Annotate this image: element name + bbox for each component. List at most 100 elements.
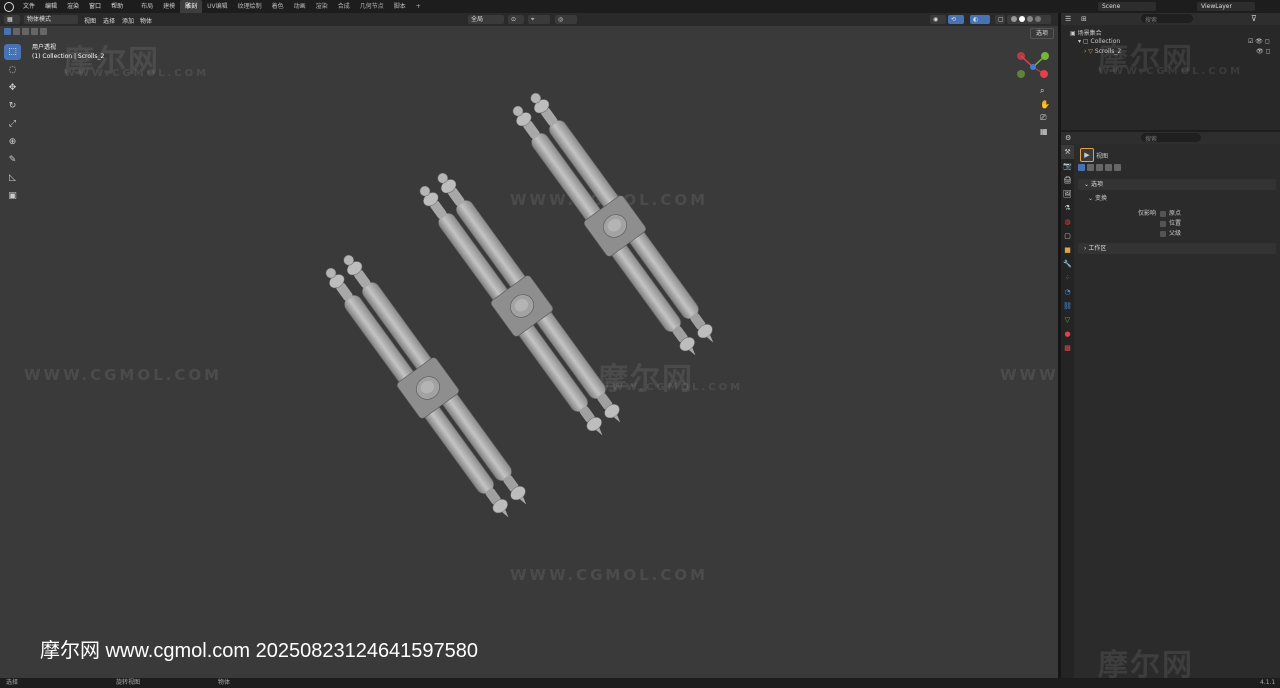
- collection-visibility-icons[interactable]: ☑ 👁 ◻: [1248, 38, 1270, 45]
- particles-tab-icon[interactable]: ⁘: [1061, 271, 1074, 285]
- proportional-edit-icon[interactable]: ◎: [555, 15, 577, 24]
- transform-orientation-label: 全局: [471, 16, 484, 23]
- move-icon[interactable]: ✥: [4, 80, 21, 96]
- panel-workspace-header[interactable]: › 工作区: [1078, 243, 1276, 254]
- tool-select-intersect-icon[interactable]: [1114, 164, 1121, 171]
- menu-render[interactable]: 渲染: [62, 0, 84, 13]
- view-layer-selector[interactable]: ViewLayer: [1197, 2, 1255, 11]
- navigation-gizmo[interactable]: [1014, 48, 1052, 86]
- material-tab-icon[interactable]: ●: [1061, 327, 1074, 341]
- outliner-editor-icon[interactable]: ☰: [1065, 15, 1071, 23]
- tool-select-extend-icon[interactable]: [1087, 164, 1094, 171]
- tab-rendering[interactable]: 渲染: [311, 0, 333, 13]
- affect-parents-checkbox[interactable]: 父级: [1160, 228, 1181, 237]
- add-workspace-button[interactable]: +: [411, 0, 426, 13]
- mode-selector[interactable]: 物体模式: [24, 15, 78, 24]
- object-tab-icon[interactable]: ■: [1061, 243, 1074, 257]
- top-menu-bar: 文件 编辑 渲染 窗口 帮助 布局 建模 雕刻 UV编辑 纹理绘制 着色 动画 …: [0, 0, 1280, 13]
- status-version: 4.1.1: [1260, 679, 1276, 686]
- menu-help[interactable]: 帮助: [106, 0, 128, 13]
- tab-modeling[interactable]: 建模: [158, 0, 180, 13]
- measure-icon[interactable]: ◺: [4, 170, 21, 186]
- affect-parents-box[interactable]: [1160, 230, 1166, 237]
- tab-texture-paint[interactable]: 纹理绘制: [233, 0, 267, 13]
- scale-icon[interactable]: ⤢: [4, 116, 21, 132]
- wireframe-shading-icon[interactable]: [1011, 16, 1017, 22]
- blender-logo-icon[interactable]: [4, 1, 14, 12]
- menu-window[interactable]: 窗口: [84, 0, 106, 13]
- tool-tab-icon[interactable]: ⚒: [1061, 145, 1074, 159]
- material-shading-icon[interactable]: [1027, 16, 1033, 22]
- tab-layout[interactable]: 布局: [136, 0, 158, 13]
- menu-object[interactable]: 物体: [140, 16, 152, 25]
- transform-orientation-selector[interactable]: 全局: [468, 15, 504, 24]
- constraints-tab-icon[interactable]: ⛓: [1061, 299, 1074, 313]
- 3d-viewport[interactable]: 用户透视 (1) Collection | Scrolls_2 选项 摩尔网 W…: [0, 26, 1058, 678]
- tab-compositing[interactable]: 合成: [333, 0, 355, 13]
- solid-shading-icon[interactable]: [1019, 16, 1025, 22]
- modifier-tab-icon[interactable]: 🔧: [1061, 257, 1074, 271]
- tab-geometry-nodes[interactable]: 几何节点: [355, 0, 389, 13]
- tool-shelf: ⬚ ◌ ✥ ↻ ⤢ ⊕ ✎ ◺ ▣: [4, 44, 23, 206]
- affect-origin-checkbox[interactable]: 原点: [1160, 208, 1181, 217]
- outliner-search-input[interactable]: 搜索: [1141, 14, 1193, 24]
- rotate-icon[interactable]: ↻: [4, 98, 21, 114]
- texture-tab-icon[interactable]: ▩: [1061, 341, 1074, 355]
- camera-view-icon[interactable]: ⎚: [1040, 113, 1050, 123]
- outliner-scene-collection[interactable]: ▣ 场景集合: [1070, 28, 1102, 37]
- scene-tab-icon[interactable]: ⚗: [1061, 201, 1074, 215]
- object-visibility-icons[interactable]: 👁 ◻: [1256, 48, 1271, 55]
- output-tab-icon[interactable]: 🖨: [1061, 173, 1074, 187]
- xray-icon[interactable]: ▢: [995, 15, 1005, 24]
- physics-tab-icon[interactable]: ◔: [1061, 285, 1074, 299]
- tab-animation[interactable]: 动画: [289, 0, 311, 13]
- subpanel-transform-header[interactable]: ⌄ 变换: [1088, 193, 1107, 202]
- scroll-models[interactable]: [0, 26, 1058, 678]
- render-shading-icon[interactable]: [1035, 16, 1041, 22]
- outliner-display-icon[interactable]: ⊞: [1081, 15, 1087, 23]
- snap-icon[interactable]: ⌖: [528, 15, 550, 24]
- affect-origin-box[interactable]: [1160, 210, 1166, 217]
- pan-hand-icon[interactable]: ✋: [1040, 100, 1050, 109]
- active-tool-icon[interactable]: ▶: [1080, 148, 1094, 162]
- menu-view[interactable]: 视图: [84, 16, 96, 25]
- perspective-grid-icon[interactable]: ▦: [1040, 127, 1050, 136]
- affect-location-box[interactable]: [1160, 220, 1166, 227]
- annotate-icon[interactable]: ✎: [4, 152, 21, 168]
- tool-select-new-icon[interactable]: [1078, 164, 1085, 171]
- gizmo-icon[interactable]: ⟲: [948, 15, 964, 24]
- panel-options-header[interactable]: ⌄ 选项: [1078, 179, 1276, 190]
- data-tab-icon[interactable]: ▽: [1061, 313, 1074, 327]
- render-tab-icon[interactable]: 📷: [1061, 159, 1074, 173]
- collection-tab-icon[interactable]: ▢: [1061, 229, 1074, 243]
- scene-selector[interactable]: Scene: [1098, 2, 1156, 11]
- properties-editor-icon[interactable]: ⚙: [1065, 134, 1071, 142]
- shading-modes[interactable]: [1007, 15, 1051, 24]
- menu-select[interactable]: 选择: [103, 16, 115, 25]
- tab-sculpting[interactable]: 雕刻: [180, 0, 203, 13]
- view-layer-tab-icon[interactable]: 🖼: [1061, 187, 1074, 201]
- menu-add[interactable]: 添加: [122, 16, 134, 25]
- add-cube-icon[interactable]: ▣: [4, 188, 21, 204]
- visibility-icon[interactable]: ◉: [930, 15, 946, 24]
- pivot-icon[interactable]: ⊙: [508, 15, 524, 24]
- panel-workspace-label: 工作区: [1088, 245, 1107, 252]
- editor-type-button[interactable]: ▦: [4, 15, 20, 24]
- mode-label: 物体模式: [27, 16, 52, 23]
- tool-select-invert-icon[interactable]: [1105, 164, 1112, 171]
- zoom-icon[interactable]: ⌕: [1040, 86, 1050, 96]
- menu-edit[interactable]: 编辑: [40, 0, 62, 13]
- cursor-icon[interactable]: ◌: [4, 62, 21, 78]
- menu-file[interactable]: 文件: [18, 0, 40, 13]
- affect-location-checkbox[interactable]: 位置: [1160, 218, 1181, 227]
- tool-select-subtract-icon[interactable]: [1096, 164, 1103, 171]
- select-box-icon[interactable]: ⬚: [4, 44, 21, 60]
- tab-shading[interactable]: 着色: [267, 0, 289, 13]
- overlay-icon[interactable]: ◐: [970, 15, 990, 24]
- tab-scripting[interactable]: 脚本: [389, 0, 411, 13]
- properties-search-input[interactable]: 搜索: [1141, 133, 1201, 143]
- world-tab-icon[interactable]: ◍: [1061, 215, 1074, 229]
- tab-uv-editing[interactable]: UV编辑: [202, 0, 233, 13]
- filter-icon[interactable]: ⊽: [1251, 14, 1257, 23]
- transform-icon[interactable]: ⊕: [4, 134, 21, 150]
